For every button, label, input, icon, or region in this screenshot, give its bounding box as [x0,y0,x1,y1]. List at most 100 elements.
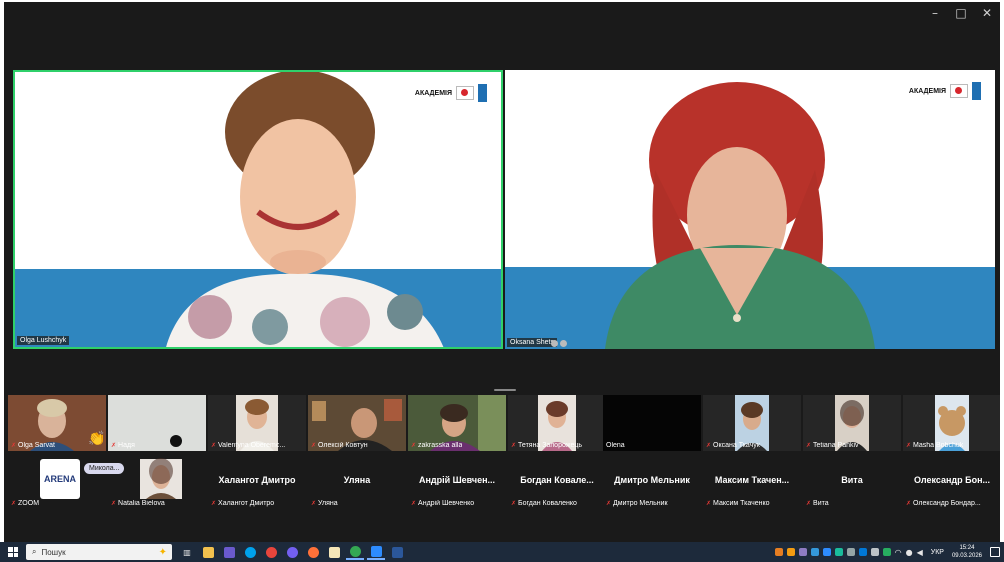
speaker-video-olga[interactable]: АКАДЕМІЯ Olga Lushchyk [13,70,503,349]
tile-name-label: Андрій Шевченко [418,500,475,507]
gallery-tile[interactable]: Андрій Шевчен... ✗ Андрій Шевченко [408,453,506,509]
gallery-tile[interactable]: Вита ✗ Вита [803,453,901,509]
tile-name-label: Оксана Ткачук [713,442,760,449]
notes-icon[interactable] [325,544,343,560]
windows-logo-icon [8,547,18,557]
tile-name-label: Богдан Коваленко [518,500,577,507]
tile-name: ✗ Богдан Коваленко [511,500,577,507]
tile-name-label: Максим Ткаченко [713,500,770,507]
mic-off-icon: ✗ [311,443,317,449]
zoom-icon[interactable] [367,544,385,560]
tray-app-icon[interactable] [786,548,795,556]
tray-app-icon[interactable] [834,548,843,556]
copilot-sparkle-icon: ✦ [158,546,167,558]
gallery-tile[interactable]: Богдан Ковале... ✗ Богдан Коваленко [508,453,606,509]
gallery-tile[interactable]: ✗ Тетяна Запорожець [508,395,606,451]
tray-app-icon[interactable] [798,548,807,556]
chrome-icon[interactable] [262,544,280,560]
gallery-resize-handle[interactable] [494,389,516,391]
tile-name: ✗ ZOOM [11,500,39,507]
speaker-video-oksana[interactable]: АКАДЕМІЯ Oksana Shets [505,70,995,349]
mic-off-icon: ✗ [511,501,517,507]
tray-app-icon[interactable] [846,548,855,556]
tile-name-label: ZOOM [18,500,40,507]
tile-name-label: Olena [606,442,625,449]
gallery-tile[interactable]: ✗ Олексій Ковтун [308,395,406,451]
display-name: Вита [841,475,863,485]
gallery-tile[interactable]: Максим Ткачен... ✗ Максим Ткаченко [703,453,801,509]
mic-off-icon: ✗ [706,443,712,449]
mic-off-icon: ✗ [11,443,17,449]
clock-date: 09.03.2026 [951,553,982,559]
start-button[interactable] [0,542,26,562]
tile-name-label: Олексій Ковтун [318,442,368,449]
gallery-tile[interactable]: ARENA ✗ ZOOM [8,453,106,509]
tile-name-label: Masha Bobchuk [913,442,964,449]
close-button[interactable]: ✕ [974,2,1000,24]
gallery-tile[interactable]: ✗ Masha Bobchuk [903,395,1000,451]
display-name: Халангот Дмитро [218,475,296,485]
gallery-tile[interactable]: ✗ zakrasska alla [408,395,506,451]
mic-off-icon: ✗ [806,501,812,507]
gallery-tile[interactable]: ✗ Natalia Bielova [108,453,206,509]
gallery-tile[interactable]: Olena [603,395,701,451]
mic-off-icon: ✗ [411,501,417,507]
maximize-button[interactable]: □ [948,2,974,24]
viber-icon[interactable] [283,544,301,560]
mic-off-icon: ✗ [211,443,217,449]
tray-app-icon[interactable] [774,548,783,556]
windows-taskbar: ⌕ Пошук ✦ ▥ ◠ ● ◀ УКР 15:24 09.03.2026 [0,542,1004,562]
tile-name-label: Уляна [318,500,338,507]
task-view-icon[interactable]: ▥ [178,544,196,560]
clapping-reaction-icon: 👏 [88,430,106,446]
mic-off-icon: ✗ [211,501,217,507]
bluetooth-icon[interactable] [858,548,867,556]
tray-app-icon[interactable] [822,548,831,556]
skype-icon[interactable] [241,544,259,560]
mic-off-icon: ✗ [11,501,17,507]
word-icon[interactable] [388,544,406,560]
gallery-tile[interactable]: ✗ Valentyna Oberemc... [208,395,306,451]
tile-name: ✗ Уляна [311,500,338,507]
taskbar-clock[interactable]: 15:24 09.03.2026 [952,544,982,560]
minimize-button[interactable]: – [922,2,948,24]
gallery-tile[interactable]: Дмитро Мельник ✗ Дмитро Мельник [603,453,701,509]
tile-name: ✗ Natalia Bielova [111,500,165,507]
gallery-tile[interactable]: ✗ Tetiana Pankiv [803,395,901,451]
tile-name: ✗ Олексій Ковтун [311,442,368,449]
zoom-meeting-window: – □ ✕ АКАДЕМІЯ Olga Lushchyk АКАДЕМІЯ Ok… [4,2,1000,542]
gallery-tile[interactable]: ✗ Надя [108,395,206,451]
mic-off-icon: ✗ [806,443,812,449]
tile-name: ✗ Olga Sarvat [11,442,55,449]
tile-name-label: Халангот Дмитро [218,500,275,507]
tile-name-label: Дмитро Мельник [613,500,668,507]
options-icon[interactable] [560,340,567,347]
microphone-icon[interactable]: ● [906,548,913,557]
chrome-alt-icon[interactable] [346,544,364,560]
taskbar-apps: ▥ [178,544,406,560]
clock-time: 15:24 [959,545,975,551]
tray-app-icon[interactable] [870,548,879,556]
tile-name-label: Вита [813,500,829,507]
gallery-tile[interactable]: ✗ Оксана Ткачук [703,395,801,451]
file-explorer-icon[interactable] [199,544,217,560]
gallery-tile[interactable]: Халангот Дмитро ✗ Халангот Дмитро [208,453,306,509]
wifi-icon[interactable]: ◠ [895,548,902,557]
firefox-icon[interactable] [304,544,322,560]
mic-off-icon: ✗ [706,501,712,507]
participant-portrait [605,82,875,349]
notification-center-icon[interactable] [990,547,1000,557]
mic-off-icon: ✗ [411,443,417,449]
tray-app-icon[interactable] [882,548,891,556]
input-language[interactable]: УКР [931,549,944,556]
gallery-tile[interactable]: Олександр Бон... ✗ Олександр Бондар... [903,453,1000,509]
tile-name-label: Надя [118,442,135,449]
save-disk-icon[interactable] [220,544,238,560]
tile-name: ✗ zakrasska alla [411,442,462,449]
volume-icon[interactable]: ◀ [917,548,923,557]
gallery-tile[interactable]: Уляна ✗ Уляна [308,453,406,509]
tray-app-icon[interactable] [810,548,819,556]
speaker-status-icons [551,340,567,347]
participant-tooltip: Микола... [84,463,125,474]
taskbar-search-box[interactable]: ⌕ Пошук ✦ [26,544,172,560]
